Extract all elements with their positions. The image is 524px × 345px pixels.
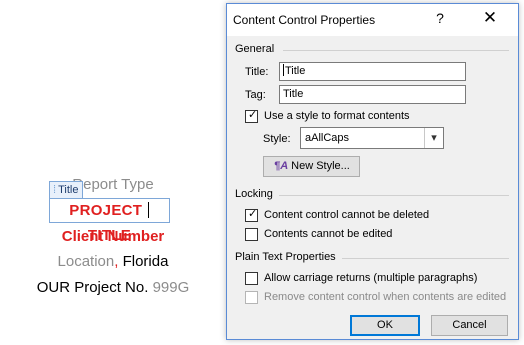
text-cursor (147, 202, 149, 218)
location-text: Location (57, 253, 115, 270)
locking-divider (279, 195, 509, 196)
plain-text-section-label: Plain Text Properties (235, 251, 336, 263)
tag-field-label: Tag: (245, 89, 266, 101)
new-style-button-label: New Style... (291, 160, 350, 172)
dialog-titlebar[interactable]: Content Control Properties ? ✕ (227, 4, 518, 36)
style-field-label: Style: (263, 133, 291, 145)
tag-input-value: Title (283, 88, 304, 100)
style-select[interactable]: aAllCaps ▾ (300, 127, 444, 149)
ok-button[interactable]: OK (350, 315, 420, 336)
project-title-text-a: PROJECT (69, 202, 147, 219)
document-area: Report Type ⁞ Title PROJECT TITLE Client … (0, 0, 226, 345)
tag-input[interactable]: Title (279, 85, 466, 104)
report-type-text: Report Type (72, 176, 154, 193)
content-control-tag-label: Title (58, 184, 79, 196)
checkmark-icon: ✓ (248, 208, 258, 220)
project-number-label: OUR Project No. (36, 279, 153, 296)
plain-text-divider (342, 258, 509, 259)
use-style-checkbox[interactable]: ✓ (245, 109, 258, 123)
location-state: Florida (118, 253, 169, 270)
close-button[interactable]: ✕ (477, 8, 503, 30)
content-control-properties-dialog: Content Control Properties ? ✕ General T… (226, 3, 519, 340)
style-select-value: aAllCaps (305, 132, 350, 144)
checkmark-icon: ✓ (248, 109, 258, 121)
grip-icon: ⁞ (53, 184, 57, 196)
help-button[interactable]: ? (427, 10, 453, 30)
cancel-button[interactable]: Cancel (431, 315, 508, 336)
project-number-value: 999G (152, 279, 190, 296)
new-style-icon: ¶A (274, 160, 289, 172)
location-line: Location, Florida (0, 253, 226, 270)
general-divider (283, 50, 509, 51)
cannot-delete-label: Content control cannot be deleted (264, 209, 430, 221)
client-number-text: Client Number (61, 228, 165, 245)
project-number-line: OUR Project No. 999G (0, 279, 226, 296)
use-style-label: Use a style to format contents (264, 110, 410, 122)
cannot-delete-checkbox[interactable]: ✓ (245, 208, 258, 222)
chevron-down-icon[interactable]: ▾ (424, 128, 443, 148)
cannot-edit-label: Contents cannot be edited (264, 228, 393, 240)
remove-when-edited-checkbox[interactable] (245, 291, 258, 304)
input-cursor (283, 64, 284, 76)
cannot-edit-checkbox[interactable] (245, 228, 258, 241)
project-title-content-control[interactable]: PROJECT TITLE (49, 198, 170, 244)
locking-section-label: Locking (235, 188, 273, 200)
new-style-button[interactable]: ¶A New Style... (263, 156, 360, 177)
title-input[interactable]: Title (279, 62, 466, 81)
allow-carriage-returns-label: Allow carriage returns (multiple paragra… (264, 272, 478, 284)
title-field-label: Title: (245, 66, 269, 78)
content-control-tag[interactable]: ⁞ Title (49, 181, 84, 198)
dialog-title: Content Control Properties (233, 13, 376, 27)
remove-when-edited-label: Remove content control when contents are… (264, 291, 507, 303)
general-section-label: General (235, 43, 275, 55)
allow-carriage-returns-checkbox[interactable] (245, 272, 258, 285)
title-input-value: Title (285, 65, 306, 77)
